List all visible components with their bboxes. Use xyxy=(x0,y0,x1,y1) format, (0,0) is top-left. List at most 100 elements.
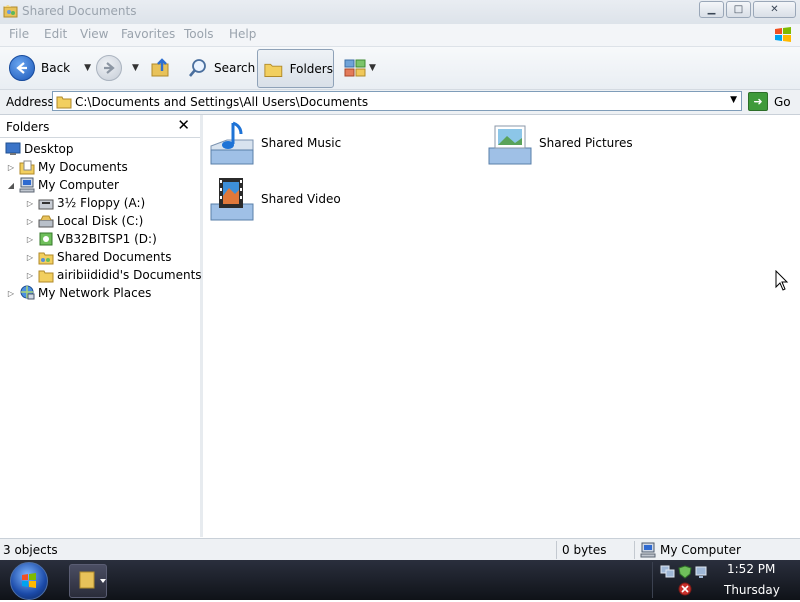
back-arrow-icon xyxy=(9,55,35,81)
network-connection-icon[interactable] xyxy=(695,565,709,579)
tree-label: My Computer xyxy=(38,178,119,192)
menu-favorites[interactable]: Favorites xyxy=(121,27,175,41)
up-folder-button[interactable] xyxy=(150,47,172,89)
tree-item-shared-documents[interactable]: ▷ Shared Documents xyxy=(25,248,171,266)
clock-time[interactable]: 1:52 PM xyxy=(727,562,775,576)
security-shield-icon[interactable] xyxy=(678,565,692,579)
views-button[interactable]: ▼ xyxy=(344,47,376,89)
go-label: Go xyxy=(774,94,791,109)
menu-edit[interactable]: Edit xyxy=(44,27,67,41)
file-item-shared-video[interactable]: Shared Video xyxy=(207,174,341,224)
expand-icon[interactable]: ▷ xyxy=(25,253,35,262)
pictures-folder-icon xyxy=(488,125,532,165)
expand-icon[interactable]: ▷ xyxy=(25,217,35,226)
tree-label: airibiididid's Documents xyxy=(57,268,202,282)
minimize-button[interactable]: ▁ xyxy=(699,1,724,18)
expand-icon[interactable]: ▷ xyxy=(6,289,16,298)
close-button[interactable]: ✕ xyxy=(753,1,796,18)
file-list: Shared Music Shared Pictures Shared Vide… xyxy=(203,115,800,537)
expand-icon[interactable]: ▷ xyxy=(25,235,35,244)
menu-tools[interactable]: Tools xyxy=(184,27,214,41)
floppy-icon xyxy=(38,195,54,211)
forward-arrow-icon xyxy=(96,55,122,81)
folders-icon xyxy=(264,63,283,77)
start-button[interactable] xyxy=(10,562,48,600)
desktop-icon xyxy=(5,141,21,157)
folders-pane-title: Folders xyxy=(6,120,50,134)
tree-label: My Documents xyxy=(38,160,128,174)
file-item-shared-pictures[interactable]: Shared Pictures xyxy=(485,118,633,168)
status-zone: My Computer xyxy=(640,539,741,561)
tree-item-my-computer[interactable]: ◢ My Computer xyxy=(6,176,119,194)
menu-bar: File Edit View Favorites Tools Help xyxy=(0,24,800,47)
folders-pane: Folders ✕ Desktop ▷ My Documents ◢ My Co… xyxy=(0,115,203,537)
tree-item-network-places[interactable]: ▷ My Network Places xyxy=(6,284,151,302)
tree-label: Local Disk (C:) xyxy=(57,214,144,228)
menu-help[interactable]: Help xyxy=(229,27,256,41)
back-dropdown-icon[interactable]: ▼ xyxy=(84,63,91,73)
taskbar-explorer-button[interactable] xyxy=(69,564,107,598)
close-pane-icon[interactable]: ✕ xyxy=(177,116,190,134)
folders-button[interactable]: Folders xyxy=(257,49,334,88)
shared-documents-icon xyxy=(3,5,18,18)
expand-icon[interactable]: ▷ xyxy=(25,271,35,280)
expand-icon[interactable]: ▷ xyxy=(25,199,35,208)
address-dropdown-icon[interactable]: ▼ xyxy=(730,95,737,105)
network-icon xyxy=(19,285,35,301)
security-alert-icon[interactable] xyxy=(678,582,692,596)
file-label: Shared Music xyxy=(261,136,342,150)
my-computer-icon xyxy=(640,542,656,558)
window-title: Shared Documents xyxy=(22,4,137,18)
shared-documents-icon xyxy=(79,571,106,589)
collapse-icon[interactable]: ◢ xyxy=(6,181,16,190)
tree-label: VB32BITSP1 (D:) xyxy=(57,232,157,246)
views-dropdown-icon[interactable]: ▼ xyxy=(369,63,376,73)
my-computer-icon xyxy=(19,177,35,193)
tree-item-desktop[interactable]: Desktop xyxy=(2,140,74,158)
menu-view[interactable]: View xyxy=(80,27,108,41)
folders-pane-header: Folders ✕ xyxy=(0,115,200,138)
folders-label: Folders xyxy=(289,61,333,76)
search-button[interactable]: Search xyxy=(188,47,255,89)
my-documents-icon xyxy=(19,159,35,175)
status-divider xyxy=(634,541,635,559)
go-button[interactable]: ➜ Go xyxy=(748,92,791,111)
status-size: 0 bytes xyxy=(562,543,607,557)
status-object-count: 3 objects xyxy=(3,543,58,557)
cd-drive-icon xyxy=(38,231,54,247)
clock-day[interactable]: Thursday xyxy=(724,583,780,597)
tree-label: 3½ Floppy (A:) xyxy=(57,196,146,210)
windows-logo-icon xyxy=(775,27,791,42)
maximize-button[interactable]: □ xyxy=(726,1,751,18)
address-label: Address xyxy=(6,95,54,109)
forward-dropdown-icon[interactable]: ▼ xyxy=(132,63,139,73)
tree-item-cd-drive[interactable]: ▷ VB32BITSP1 (D:) xyxy=(25,230,157,248)
folder-icon xyxy=(56,96,72,109)
tree-label: Shared Documents xyxy=(57,250,172,264)
file-label: Shared Pictures xyxy=(539,136,633,150)
tree-label: Desktop xyxy=(24,142,74,156)
address-value: C:\Documents and Settings\All Users\Docu… xyxy=(75,95,369,109)
menu-file[interactable]: File xyxy=(9,27,29,41)
windows-logo-icon xyxy=(22,573,36,588)
tree-item-floppy[interactable]: ▷ 3½ Floppy (A:) xyxy=(25,194,145,212)
search-label: Search xyxy=(214,61,256,75)
folder-icon xyxy=(38,267,54,283)
search-icon xyxy=(189,59,206,77)
expand-icon[interactable]: ▷ xyxy=(6,163,16,172)
file-label: Shared Video xyxy=(261,192,341,206)
up-folder-icon xyxy=(151,58,169,77)
file-item-shared-music[interactable]: Shared Music xyxy=(207,118,341,168)
toolbar: Back ▼ ▼ Search Folders ▼ xyxy=(0,47,800,90)
address-input[interactable]: C:\Documents and Settings\All Users\Docu… xyxy=(52,91,742,111)
forward-button[interactable]: ▼ xyxy=(96,47,139,89)
go-arrow-icon: ➜ xyxy=(748,92,768,111)
views-icon xyxy=(344,59,366,77)
music-folder-icon xyxy=(210,121,254,165)
tree-item-my-documents[interactable]: ▷ My Documents xyxy=(6,158,128,176)
tree-item-user-documents[interactable]: ▷ airibiididid's Documents xyxy=(25,266,202,284)
tree-item-local-disk[interactable]: ▷ Local Disk (C:) xyxy=(25,212,143,230)
network-status-icon[interactable] xyxy=(660,565,676,579)
back-button[interactable]: Back ▼ xyxy=(9,47,91,89)
shared-folder-icon xyxy=(38,249,54,265)
